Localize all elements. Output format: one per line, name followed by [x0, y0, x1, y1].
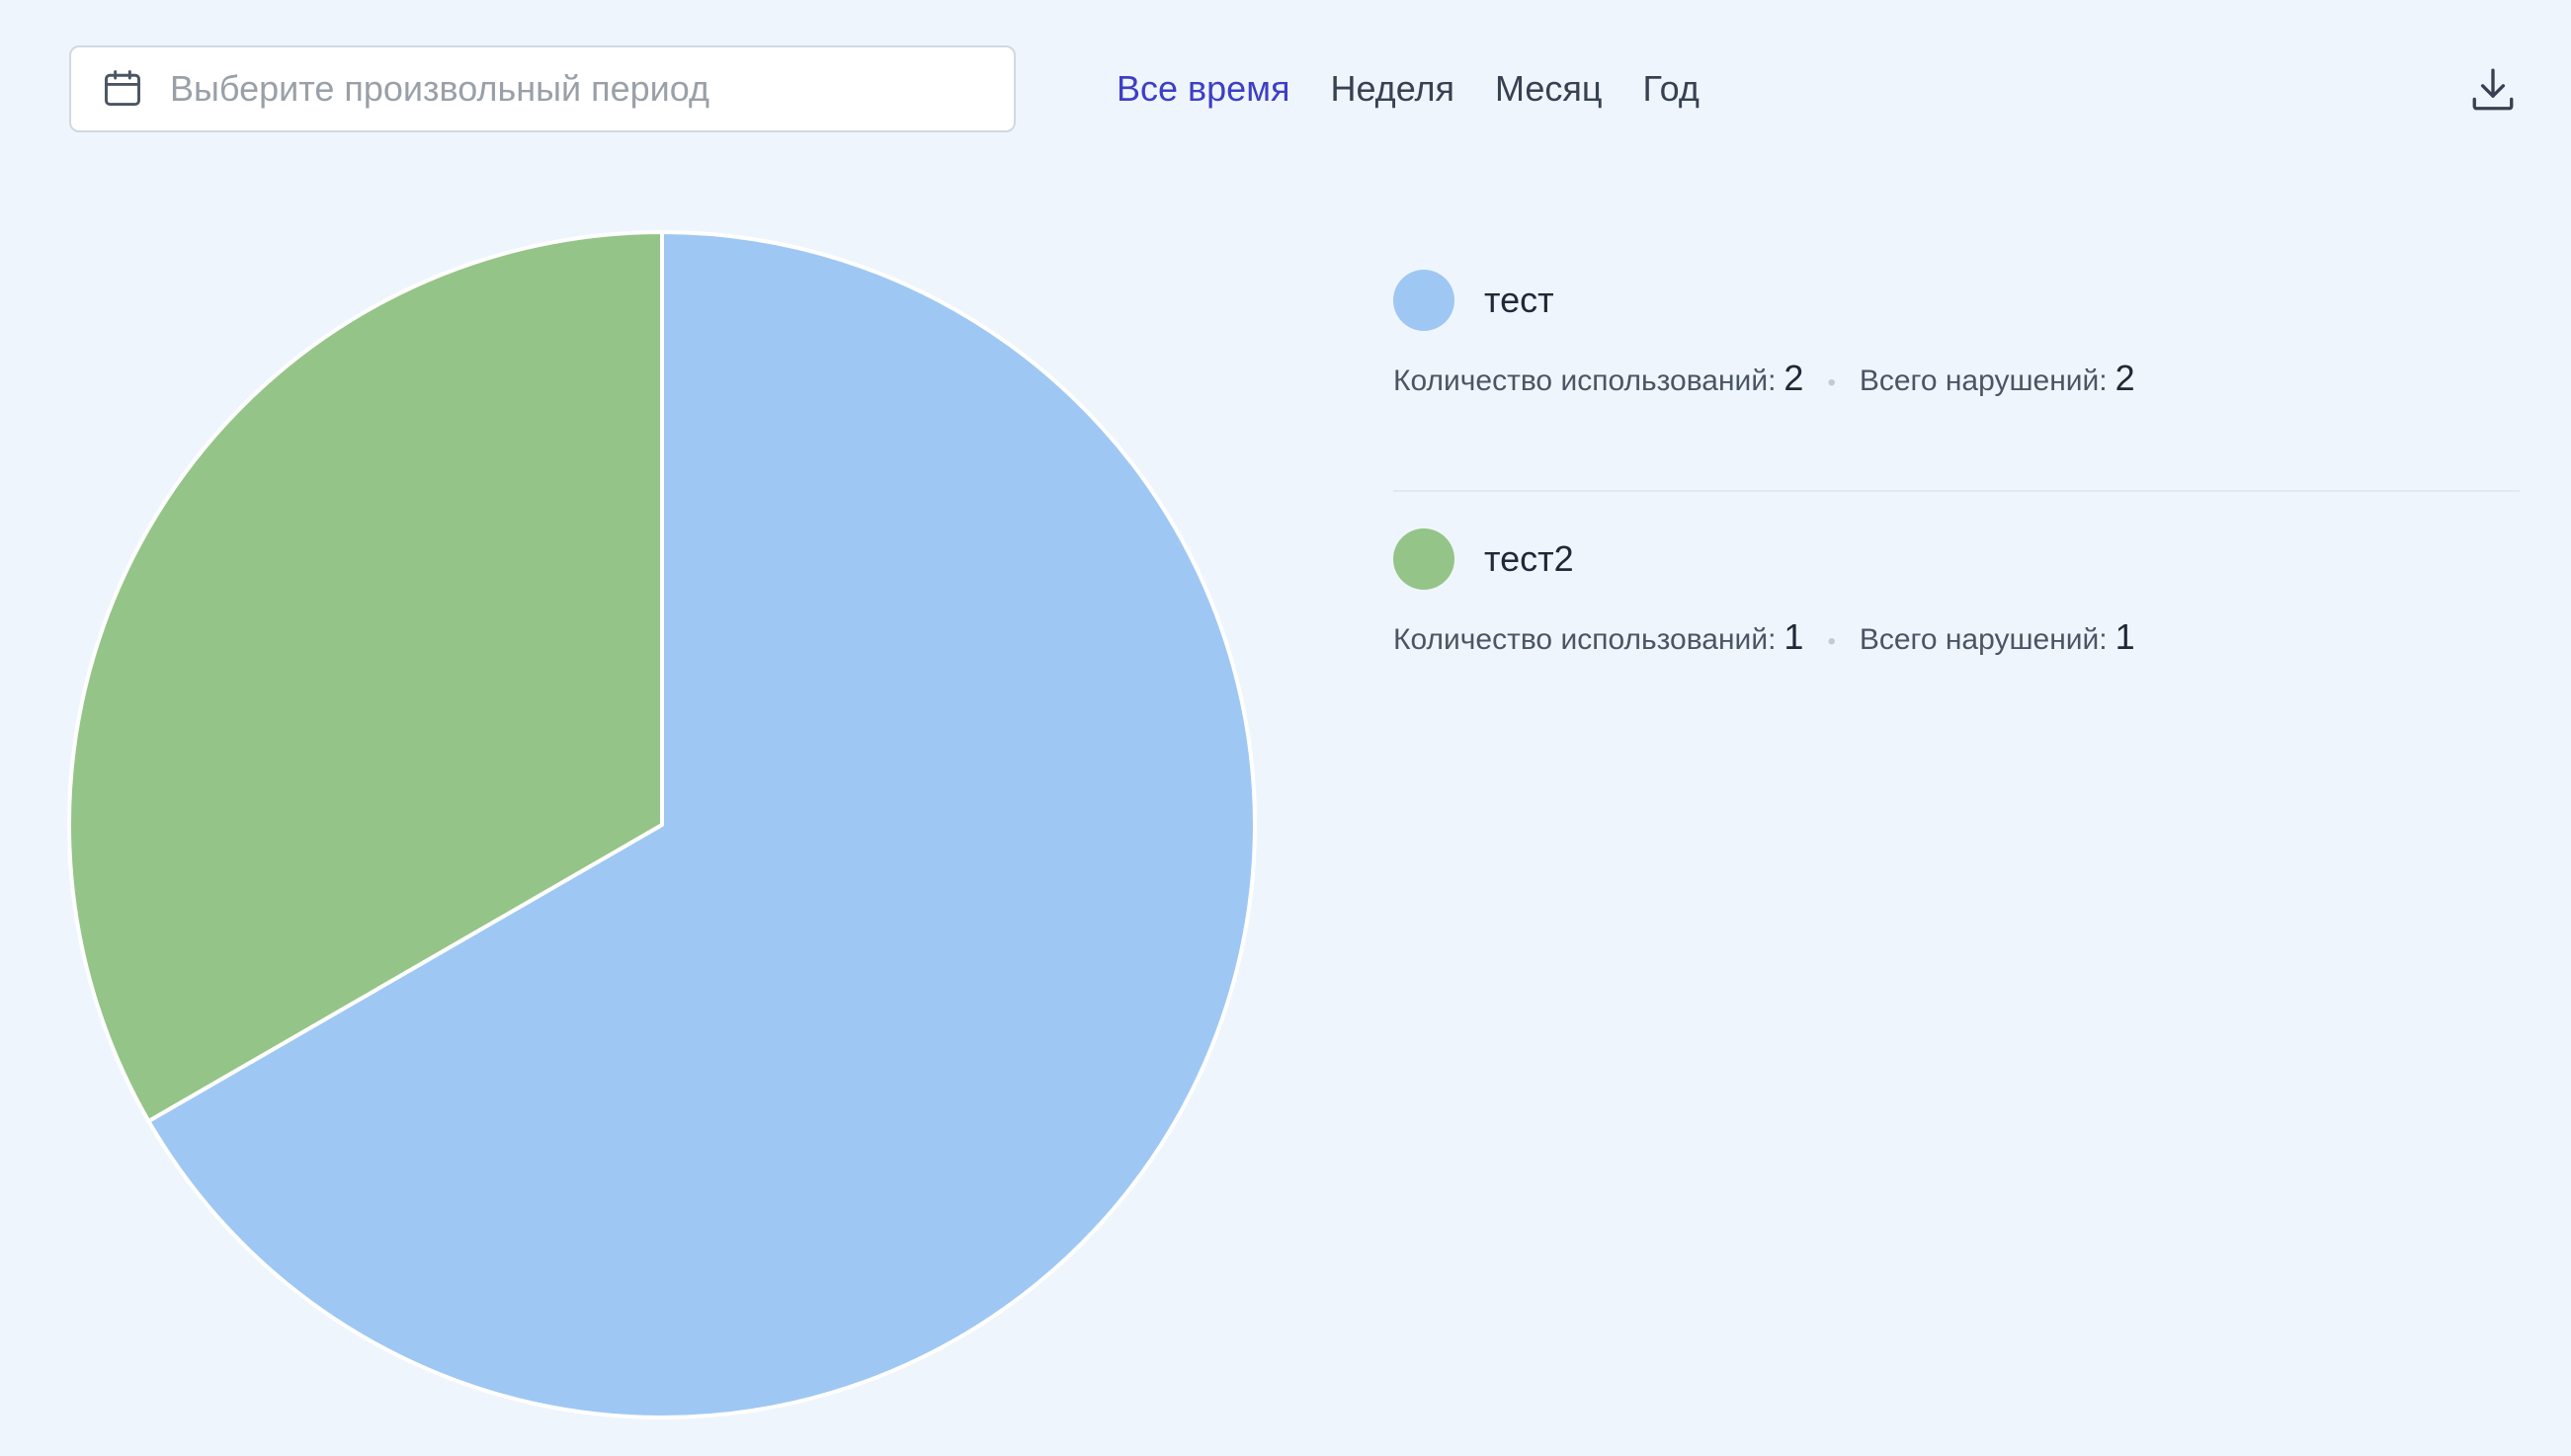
legend-item-name: тест2	[1484, 538, 1574, 579]
legend-item-stats: Количество использований: 1 • Всего нару…	[1393, 616, 2520, 658]
legend-item-name: тест	[1484, 280, 1554, 320]
tab-week[interactable]: Неделя	[1330, 61, 1454, 117]
date-range-input[interactable]	[69, 45, 1016, 132]
calendar-icon	[105, 70, 140, 107]
tab-all-time[interactable]: Все время	[1117, 61, 1289, 117]
separator-dot: •	[1827, 628, 1836, 655]
date-range-field[interactable]	[168, 67, 982, 111]
download-icon[interactable]	[2468, 65, 2518, 115]
legend-item-stats: Количество использований: 2 • Всего нару…	[1393, 358, 2520, 399]
usage-value: 1	[1783, 616, 1804, 657]
legend-item: тест2 Количество использований: 1 • Всег…	[1393, 490, 2520, 713]
violations-label: Всего нарушений:	[1859, 623, 2108, 656]
usage-label: Количество использований:	[1393, 364, 1777, 397]
legend-color-dot	[1393, 270, 1454, 331]
tab-year[interactable]: Год	[1643, 61, 1700, 117]
violations-label: Всего нарушений:	[1859, 364, 2108, 397]
separator-dot: •	[1827, 369, 1836, 396]
usage-value: 2	[1783, 358, 1804, 398]
pie-chart	[67, 230, 1257, 1419]
pie-slices	[67, 230, 1257, 1419]
chart-legend: тест Количество использований: 2 • Всего…	[1393, 269, 2520, 713]
violations-value: 1	[2115, 616, 2135, 657]
legend-color-dot	[1393, 528, 1454, 590]
violations-value: 2	[2115, 358, 2135, 398]
period-tabs: Все время Неделя Месяц Год	[1117, 61, 1700, 117]
usage-label: Количество использований:	[1393, 623, 1777, 656]
tab-month[interactable]: Месяц	[1495, 61, 1603, 117]
legend-item: тест Количество использований: 2 • Всего…	[1393, 269, 2520, 490]
